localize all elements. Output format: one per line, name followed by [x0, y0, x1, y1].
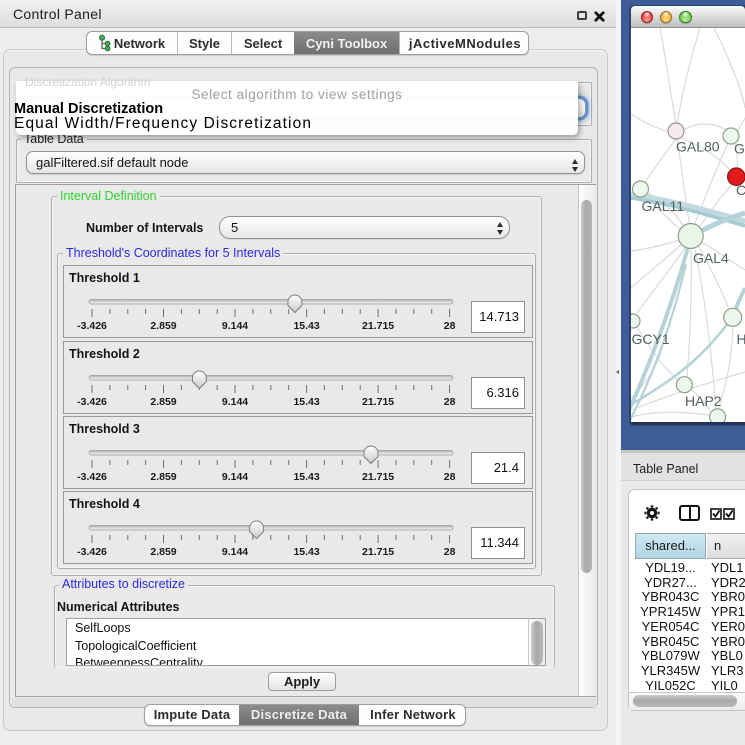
svg-text:15.43: 15.43	[293, 546, 319, 558]
svg-text:H: H	[737, 331, 745, 347]
svg-text:-3.426: -3.426	[77, 546, 107, 558]
svg-text:GAL4: GAL4	[693, 250, 729, 266]
svg-text:2.859: 2.859	[150, 471, 176, 483]
svg-text:GAL80: GAL80	[676, 139, 720, 155]
svg-text:21.715: 21.715	[362, 320, 394, 332]
svg-text:9.144: 9.144	[222, 546, 248, 558]
svg-text:GCY1: GCY1	[632, 331, 670, 347]
svg-text:28: 28	[444, 396, 456, 408]
svg-text:15.43: 15.43	[293, 396, 319, 408]
svg-text:28: 28	[444, 546, 456, 558]
svg-text:GAL11: GAL11	[642, 198, 685, 214]
svg-text:21.715: 21.715	[362, 546, 394, 558]
svg-text:21.715: 21.715	[362, 396, 394, 408]
svg-text:15.43: 15.43	[293, 471, 319, 483]
svg-text:15.43: 15.43	[293, 320, 319, 332]
svg-text:28: 28	[444, 471, 456, 483]
svg-text:-3.426: -3.426	[77, 396, 107, 408]
svg-text:28: 28	[444, 320, 456, 332]
svg-text:9.144: 9.144	[222, 471, 248, 483]
svg-text:-3.426: -3.426	[77, 320, 107, 332]
svg-text:2.859: 2.859	[150, 546, 176, 558]
svg-text:9.144: 9.144	[222, 320, 248, 332]
svg-text:C: C	[736, 182, 745, 198]
svg-text:HAP2: HAP2	[685, 393, 722, 409]
svg-text:2.859: 2.859	[150, 320, 176, 332]
svg-text:9.144: 9.144	[222, 396, 248, 408]
svg-text:21.715: 21.715	[362, 471, 394, 483]
svg-text:GAL: GAL	[734, 141, 745, 157]
svg-text:2.859: 2.859	[150, 396, 176, 408]
svg-text:-3.426: -3.426	[77, 471, 107, 483]
